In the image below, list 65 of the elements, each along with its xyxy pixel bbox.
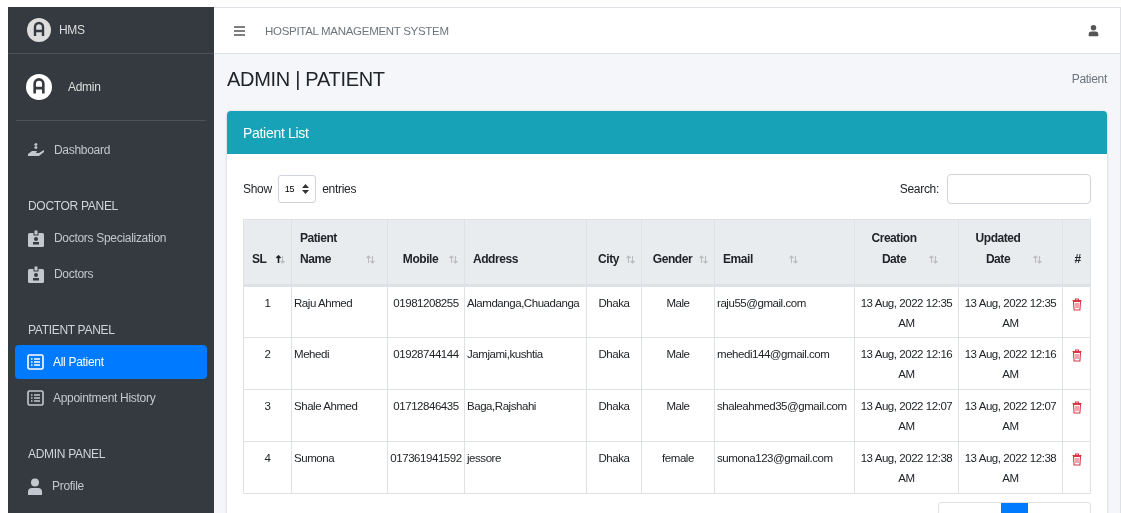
column-header[interactable]: Mobile	[387, 219, 465, 286]
table-cell: 13 Aug, 2022 12:38 AM	[854, 441, 959, 494]
column-header[interactable]: SL	[243, 219, 292, 286]
table-cell: 3	[243, 389, 292, 442]
table-cell: female	[641, 441, 715, 494]
entries-label: entries	[322, 182, 357, 196]
table-cell: 13 Aug, 2022 12:16 AM	[854, 337, 959, 390]
column-header[interactable]: Updated Date	[958, 219, 1063, 286]
nav-item[interactable]: Doctors Specialization	[15, 221, 207, 255]
card-title: Patient List	[243, 124, 309, 141]
table-cell: Male	[641, 285, 715, 338]
nav-item[interactable]: Dashboard	[15, 133, 207, 167]
table-cell: 13 Aug, 2022 12:38 AM	[958, 441, 1063, 494]
table-cell: 1	[243, 285, 292, 338]
page-title: ADMIN | PATIENT	[227, 67, 385, 91]
column-header[interactable]: Email	[714, 219, 855, 286]
table-cell: Mehedi	[291, 337, 388, 390]
table-cell: sumona123@gmail.com	[714, 441, 855, 494]
breadcrumb[interactable]: Patient	[1071, 72, 1107, 86]
column-header: #	[1062, 219, 1091, 286]
table-cell: Raju Ahmed	[291, 285, 388, 338]
brand-name[interactable]: HMS	[59, 23, 85, 37]
nav-item[interactable]: Doctors	[15, 257, 207, 291]
column-header[interactable]: City	[586, 219, 642, 286]
table-cell: 13 Aug, 2022 12:07 AM	[854, 389, 959, 442]
nav-item[interactable]: All Patient	[15, 345, 207, 379]
user-name[interactable]: Admin	[68, 80, 101, 94]
table-cell: 01712846435	[387, 389, 465, 442]
table-cell: 4	[243, 441, 292, 494]
table-cell: 13 Aug, 2022 12:35 AM	[854, 285, 959, 338]
table-cell: 01928744144	[387, 337, 465, 390]
table-cell: Male	[641, 389, 715, 442]
table-cell: Shale Ahmed	[291, 389, 388, 442]
table-cell: Male	[641, 337, 715, 390]
table-cell: shaleahmed35@gmail.com	[714, 389, 855, 442]
nav-section-header: ADMIN PANEL	[27, 446, 107, 463]
table-cell: Sumona	[291, 441, 388, 494]
column-header[interactable]: Creation Date	[854, 219, 959, 286]
table-cell: Alamdanga,Chuadanga	[464, 285, 587, 338]
table-cell: Dhaka	[586, 441, 642, 494]
table-cell: mehedi144@gmail.com	[714, 337, 855, 390]
search-label: Search:	[899, 182, 939, 196]
table-cell: 13 Aug, 2022 12:07 AM	[958, 389, 1063, 442]
table-cell: 2	[243, 337, 292, 390]
nav-section-header: PATIENT PANEL	[27, 322, 116, 339]
table-cell: Dhaka	[586, 337, 642, 390]
table-cell: 13 Aug, 2022 12:35 AM	[958, 285, 1063, 338]
table-cell: jessore	[464, 441, 587, 494]
column-header[interactable]: Patient Name	[291, 219, 388, 286]
column-header[interactable]: Gender	[641, 219, 715, 286]
table-cell: raju55@gmail.com	[714, 285, 855, 338]
app-title: HOSPITAL MANAGEMENT SYSTEM	[265, 24, 449, 37]
table-cell: 017361941592	[387, 441, 465, 494]
table-cell: Jamjami,kushtia	[464, 337, 587, 390]
nav-section-header: DOCTOR PANEL	[27, 198, 119, 215]
nav-item[interactable]: Appointment History	[15, 381, 207, 415]
nav-item[interactable]: Profile	[15, 469, 207, 503]
table-cell: Dhaka	[586, 389, 642, 442]
table-cell: Dhaka	[586, 285, 642, 338]
table-cell: 01981208255	[387, 285, 465, 338]
table-cell: 13 Aug, 2022 12:16 AM	[958, 337, 1063, 390]
table-cell: Baga,Rajshahi	[464, 389, 587, 442]
column-header: Address	[464, 219, 587, 286]
page-size-select[interactable]: 15	[277, 175, 317, 203]
show-label: Show	[243, 182, 272, 196]
